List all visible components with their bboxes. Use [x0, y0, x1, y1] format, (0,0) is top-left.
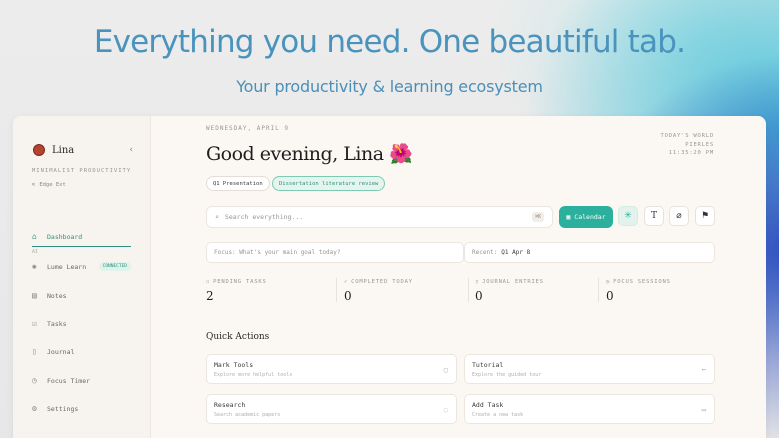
sidebar-item-dashboard[interactable]: ⌂ Dashboard — [32, 232, 131, 247]
recent-field[interactable]: Recent: Q1 Apr 8 — [464, 242, 715, 263]
stat-completed-today: ✓ COMPLETED TODAY 0 — [344, 279, 464, 303]
calendar-button[interactable]: ▦ Calendar — [559, 206, 613, 228]
greeting-text: Good evening, Lina — [206, 143, 384, 165]
chip-q1-presentation[interactable]: Q1 Presentation — [206, 176, 270, 191]
connected-badge: CONNECTED — [98, 262, 131, 271]
quick-actions-title: Quick Actions — [206, 332, 270, 342]
chevron-left-icon[interactable]: ‹ — [129, 145, 133, 155]
sidebar-item-label: Journal — [47, 347, 75, 356]
quick-action-title: Add Task — [472, 401, 504, 409]
edge-label: Edge Ext — [39, 182, 66, 188]
sidebar-item-label: Tasks — [47, 319, 67, 328]
quick-action-tutorial[interactable]: Tutorial Explore the guided tour ⌐ — [464, 354, 715, 384]
quick-action-title: Research — [214, 401, 246, 409]
flower-icon: 🌺 — [389, 143, 413, 165]
recent-label: Recent: — [472, 249, 498, 256]
quick-action-research[interactable]: Research Search academic papers ◌ — [206, 394, 457, 424]
ai-tag: AI — [32, 249, 39, 255]
quick-action-desc: Explore more helpful tools — [214, 372, 293, 378]
search-bar[interactable]: ⌕ Search everything... ⌘K — [206, 206, 553, 228]
calendar-label: Calendar — [574, 213, 606, 221]
text-icon[interactable]: T — [644, 206, 664, 226]
tools-icon: ▢ — [443, 366, 448, 374]
sidebar-item-label: Lume Learn — [47, 262, 87, 271]
sidebar-tagline: MINIMALIST PRODUCTIVITY — [32, 168, 132, 174]
quick-action-desc: Search academic papers — [214, 412, 281, 418]
stat-value: 0 — [606, 289, 614, 303]
journal-icon: ▯ — [475, 279, 480, 285]
quick-action-desc: Explore the guided tour — [472, 372, 542, 378]
sidebar-item-focus-timer[interactable]: ◷ Focus Timer — [32, 376, 131, 385]
search-placeholder: Search everything... — [224, 213, 304, 221]
recent-value: Q1 Apr 8 — [501, 249, 531, 256]
user-name: Lina — [52, 144, 75, 156]
check-icon: ✓ — [344, 279, 349, 285]
stat-pending-tasks: ☐ PENDING TASKS 2 — [206, 279, 326, 303]
divider — [598, 278, 599, 302]
journal-icon: ▯ — [32, 347, 37, 356]
add-task-icon: ▭ — [701, 406, 706, 414]
hero-title: Everything you need. One beautiful tab. — [93, 24, 686, 60]
sidebar-item-label: Focus Timer — [47, 376, 91, 385]
research-icon: ◌ — [443, 406, 448, 414]
stat-label: FOCUS SESSIONS — [613, 279, 671, 285]
gear-icon: ⚙ — [32, 404, 37, 413]
divider — [468, 278, 469, 302]
flag-icon[interactable]: ⚑ — [695, 206, 715, 226]
greeting: Good evening, Lina 🌺 — [206, 142, 413, 165]
location-label: PIERLES — [685, 142, 714, 148]
clock: 11:35:20 PM — [668, 150, 714, 156]
stat-journal-entries: ▯ JOURNAL ENTRIES 0 — [475, 279, 595, 303]
world-label: TODAY'S WORLD — [660, 133, 714, 139]
stat-value: 0 — [475, 289, 483, 303]
edge-extension-link[interactable]: ⇱ Edge Ext — [32, 182, 66, 188]
hero-subtitle: Your productivity & learning ecosystem — [236, 77, 543, 96]
tasks-icon: ☑ — [32, 319, 37, 328]
timer-icon: ◷ — [606, 279, 611, 285]
stat-value: 0 — [344, 289, 352, 303]
sparkle-icon[interactable]: ✳ — [618, 206, 638, 226]
notes-icon: ▤ — [32, 291, 37, 300]
app-window: Lina ‹ MINIMALIST PRODUCTIVITY ⇱ Edge Ex… — [13, 116, 766, 438]
stat-label: COMPLETED TODAY — [351, 279, 413, 285]
pending-tasks-icon: ☐ — [206, 279, 211, 285]
avatar — [33, 144, 45, 156]
quick-action-mark-tools[interactable]: Mark Tools Explore more helpful tools ▢ — [206, 354, 457, 384]
sidebar-item-label: Notes — [47, 291, 67, 300]
divider — [336, 278, 337, 302]
external-link-icon: ⇱ — [32, 182, 36, 188]
sidebar-item-label: Dashboard — [47, 232, 83, 241]
learn-icon: ✺ — [32, 262, 37, 271]
sidebar-item-label: Settings — [47, 404, 79, 413]
quick-action-desc: Create a new task — [472, 412, 524, 418]
search-shortcut: ⌘K — [531, 212, 544, 222]
quick-action-title: Tutorial — [472, 361, 504, 369]
stat-focus-sessions: ◷ FOCUS SESSIONS 0 — [606, 279, 726, 303]
sidebar-item-notes[interactable]: ▤ Notes — [32, 291, 131, 300]
home-icon: ⌂ — [32, 232, 37, 241]
calendar-icon: ▦ — [566, 213, 571, 221]
stat-value: 2 — [206, 289, 214, 303]
sidebar-item-journal[interactable]: ▯ Journal — [32, 347, 131, 356]
sidebar-item-settings[interactable]: ⚙ Settings — [32, 404, 131, 413]
quick-action-title: Mark Tools — [214, 361, 254, 369]
search-icon: ⌕ — [215, 213, 219, 221]
sidebar-item-lume-learn[interactable]: ✺ Lume Learn CONNECTED — [32, 262, 131, 271]
stat-label: PENDING TASKS — [213, 279, 267, 285]
chip-dissertation[interactable]: Dissertation literature review — [272, 176, 386, 191]
date-line: WEDNESDAY, APRIL 9 — [206, 125, 290, 132]
tutorial-icon: ⌐ — [701, 366, 706, 374]
user-profile[interactable]: Lina ‹ — [33, 144, 133, 156]
sidebar-item-tasks[interactable]: ☑ Tasks — [32, 319, 131, 328]
focus-input[interactable]: Focus: What's your main goal today? — [206, 242, 464, 263]
stat-label: JOURNAL ENTRIES — [482, 279, 544, 285]
quick-action-add-task[interactable]: Add Task Create a new task ▭ — [464, 394, 715, 424]
sidebar: Lina ‹ MINIMALIST PRODUCTIVITY ⇱ Edge Ex… — [13, 116, 151, 438]
timer-icon: ◷ — [32, 376, 37, 385]
attachment-icon[interactable]: ⌀ — [669, 206, 689, 226]
